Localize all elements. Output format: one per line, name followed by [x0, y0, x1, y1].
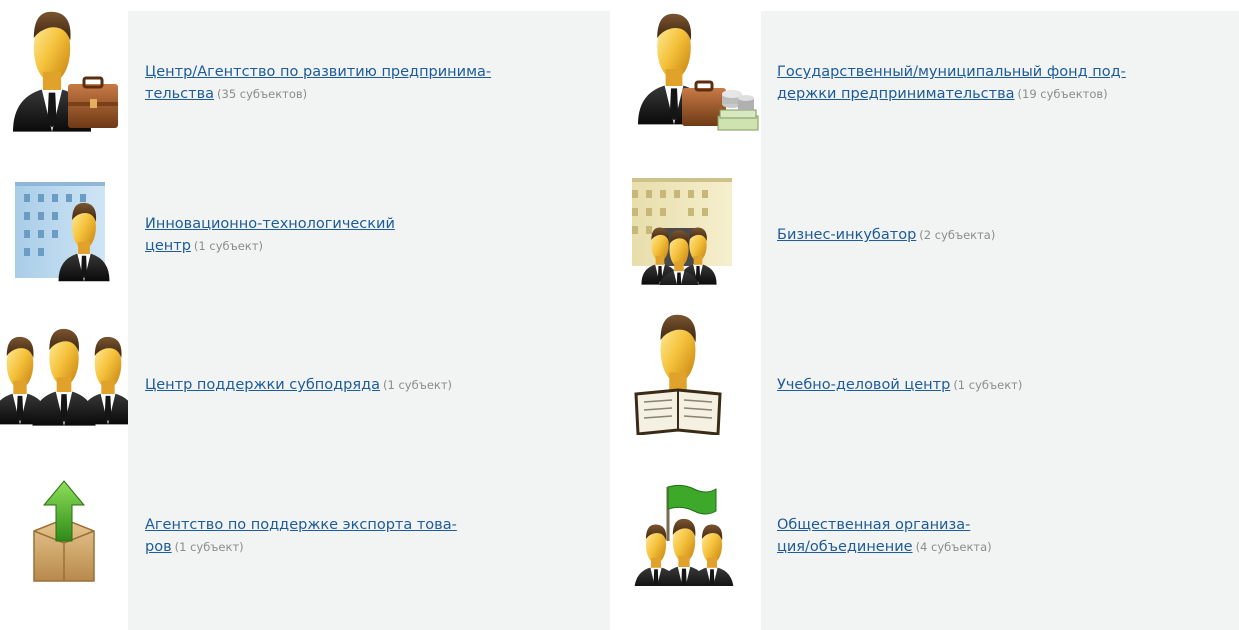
item-link[interactable]: Агентство по поддержке экспорта това-	[145, 517, 457, 533]
three-businessmen-icon	[0, 328, 128, 426]
item-link[interactable]: Учебно-деловой центр	[777, 377, 950, 393]
item-link[interactable]: ция/объединение	[777, 539, 913, 555]
list-item: Бизнес-инкубатор (2 субъекта)	[632, 160, 1232, 310]
list-item: Центр/Агентство по развитию предпринима-…	[0, 8, 600, 158]
item-link[interactable]: Инновационно-технологический	[145, 216, 395, 232]
item-link[interactable]: Государственный/муниципальный фонд под-	[777, 64, 1126, 80]
businessman-money-icon	[638, 13, 759, 131]
list-item: Агентство по поддержке экспорта това- ро…	[0, 461, 600, 611]
item-link[interactable]: Бизнес-инкубатор	[777, 227, 916, 243]
businessman-briefcase-icon	[13, 11, 118, 132]
item-link[interactable]: Центр/Агентство по развитию предпринима-	[145, 64, 491, 80]
item-count: (35 субъектов)	[217, 87, 308, 101]
item-count: (1 субъект)	[193, 239, 263, 253]
list-item: Инновационно-технологический центр (1 суб…	[0, 160, 600, 310]
businessman-book-icon	[634, 314, 722, 435]
item-link[interactable]: Центр поддержки субподряда	[145, 377, 380, 393]
item-count: (4 субъекта)	[915, 540, 992, 554]
item-count: (19 субъектов)	[1017, 87, 1108, 101]
box-upload-arrow-icon	[33, 480, 95, 582]
item-link[interactable]: держки предпринимательства	[777, 86, 1015, 102]
item-link[interactable]: центр	[145, 238, 191, 254]
list-item: Центр поддержки субподряда (1 субъект)	[0, 310, 600, 460]
list-item: Учебно-деловой центр (1 субъект)	[632, 310, 1232, 460]
item-link[interactable]: тельства	[145, 86, 214, 102]
item-count: (2 субъекта)	[919, 228, 996, 242]
item-link[interactable]: ров	[145, 539, 172, 555]
office-building-businessman-icon	[15, 182, 110, 282]
group-flag-icon	[634, 484, 734, 586]
list-item: Государственный/муниципальный фонд под- …	[632, 8, 1232, 158]
item-count: (1 субъект)	[953, 378, 1023, 392]
list-item: Общественная организа- ция/объединение (4…	[632, 461, 1232, 611]
item-count: (1 субъект)	[383, 378, 453, 392]
building-people-icon	[632, 178, 732, 285]
item-link[interactable]: Общественная организа-	[777, 517, 970, 533]
item-count: (1 субъект)	[174, 540, 244, 554]
